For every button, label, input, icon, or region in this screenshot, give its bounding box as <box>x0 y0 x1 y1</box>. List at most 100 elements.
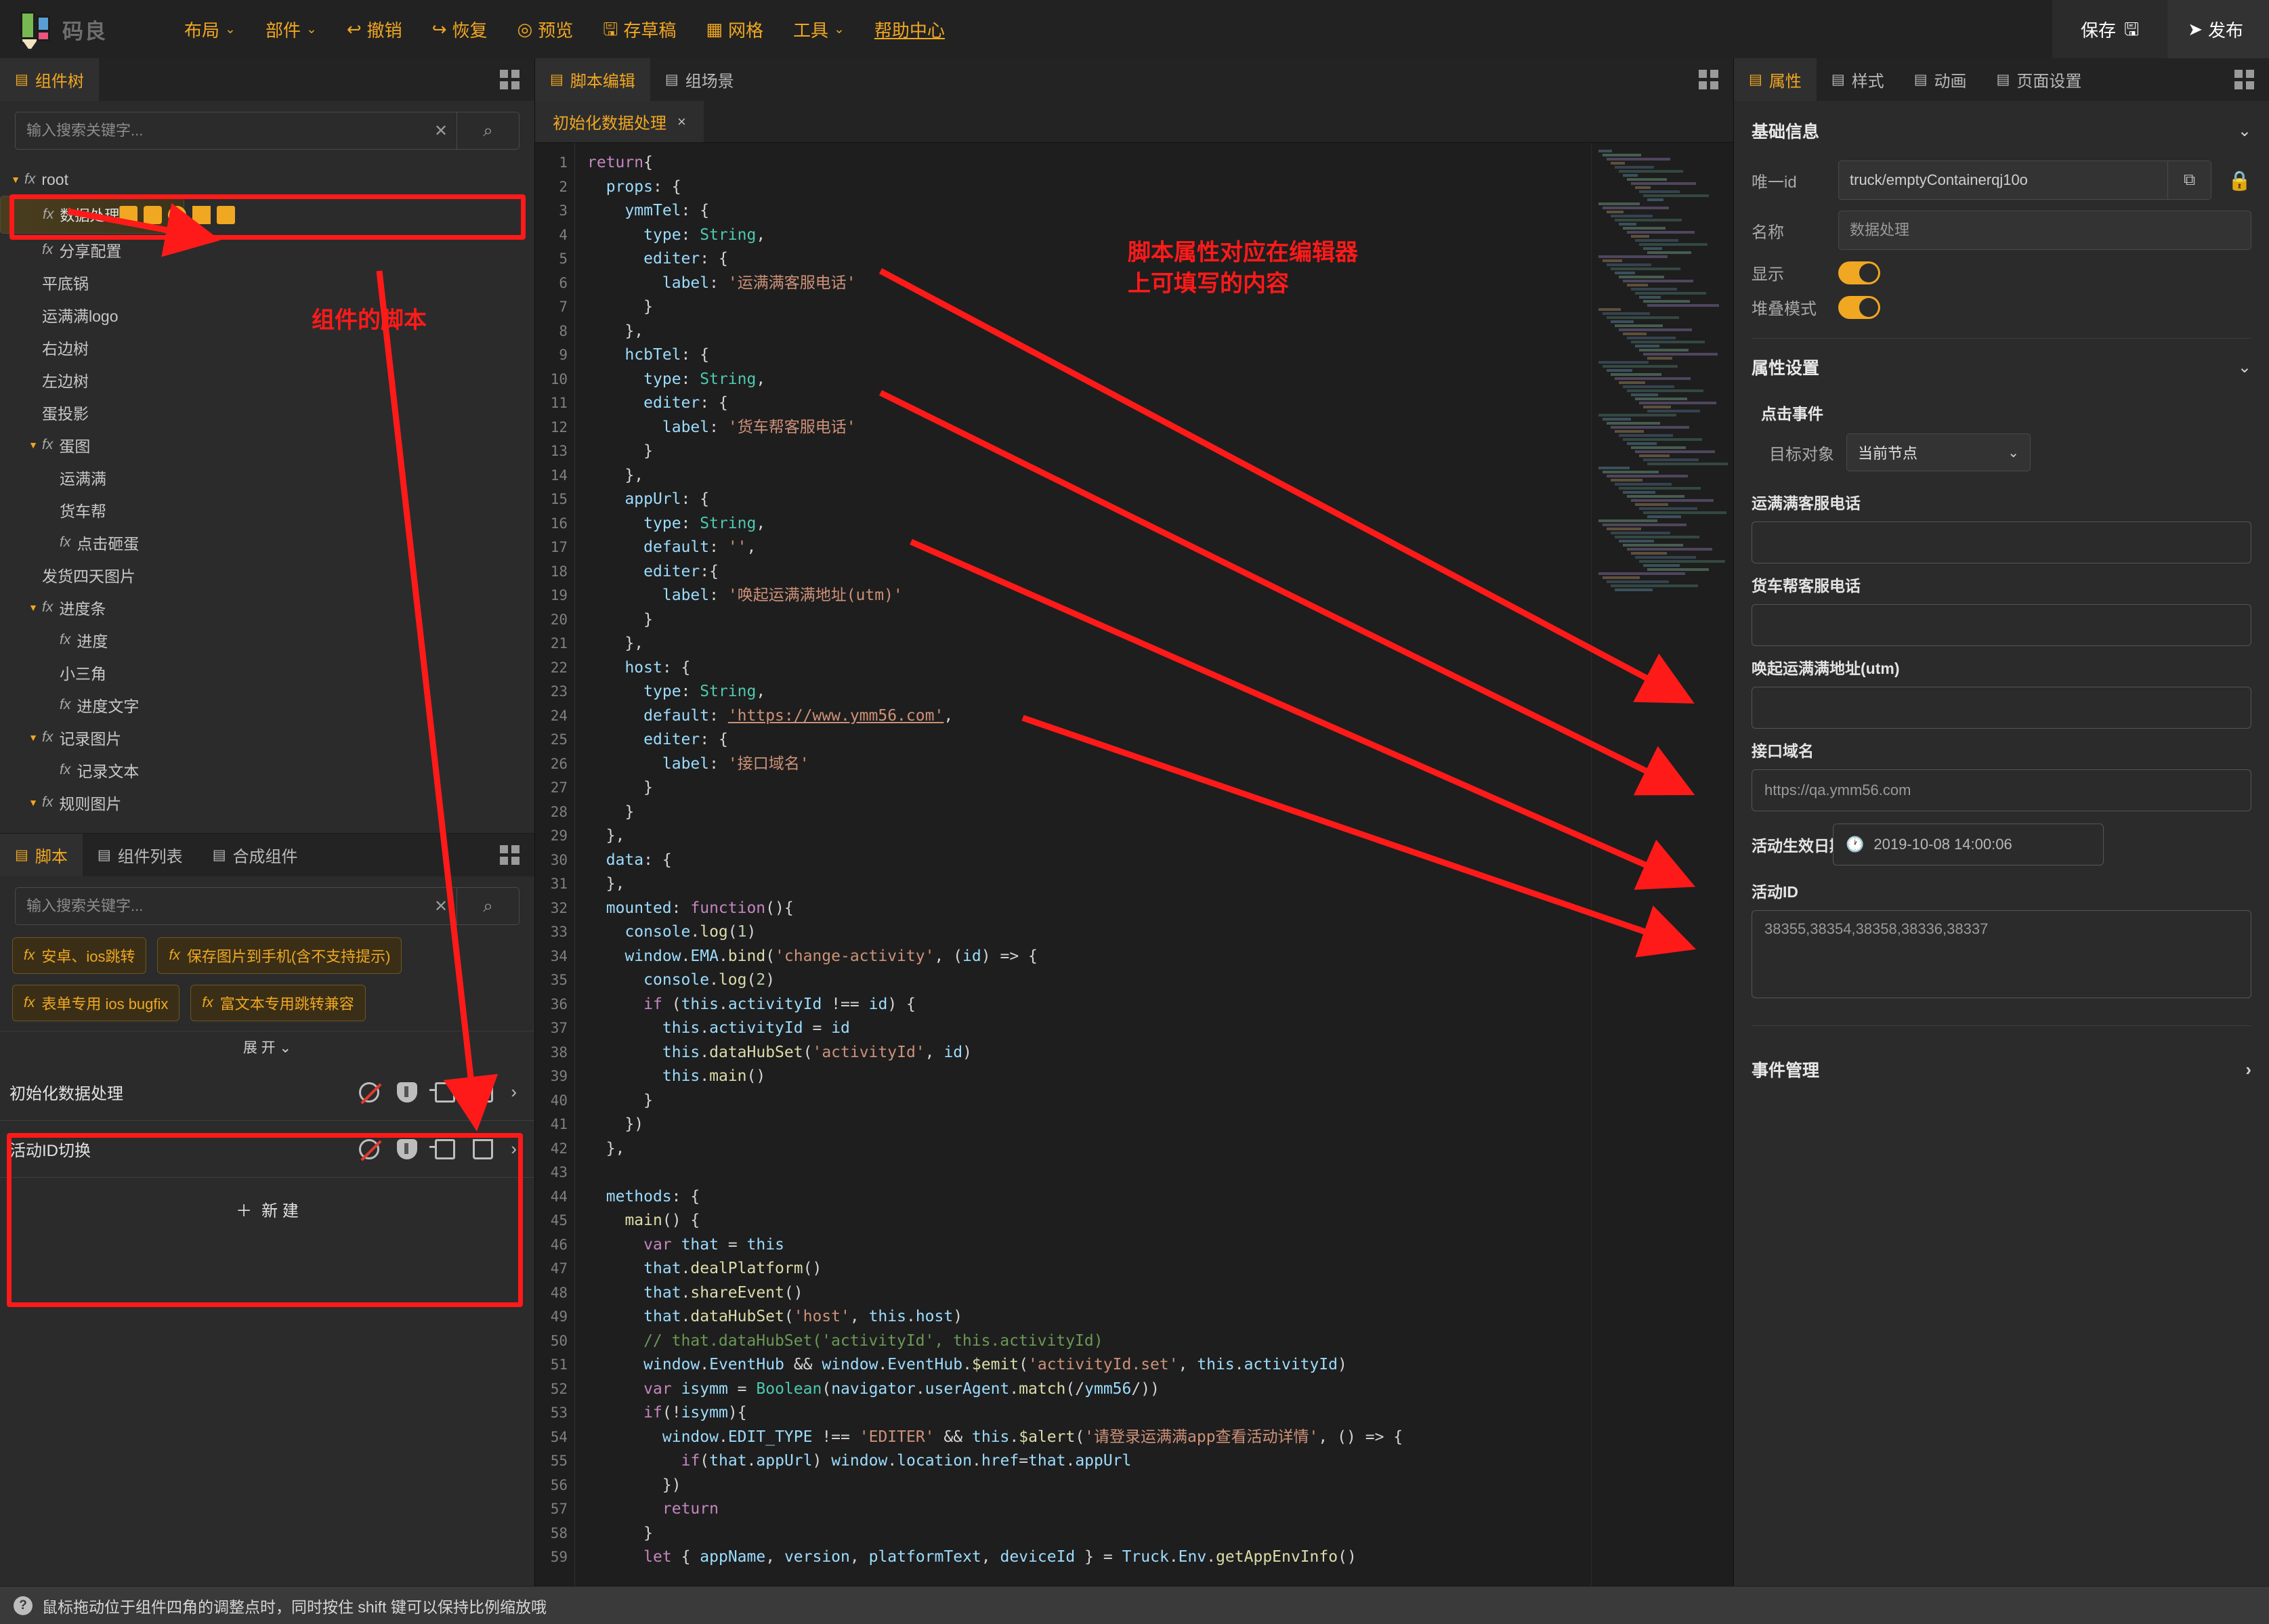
display-toggle[interactable] <box>1838 261 1880 284</box>
lock-icon[interactable] <box>217 206 235 224</box>
close-icon[interactable]: × <box>677 113 686 131</box>
script-chip[interactable]: fx富文本专用跳转兼容 <box>190 985 365 1021</box>
tab-component-list[interactable]: ▤ 组件列表 <box>83 834 198 876</box>
tree-node[interactable]: fx数据处理 <box>0 196 184 234</box>
caret-down-icon[interactable]: ▼ <box>24 732 42 743</box>
tree-node[interactable]: 蛋投影 <box>0 396 534 429</box>
chevron-down-icon[interactable]: ⌄ <box>2238 358 2251 377</box>
copy-icon[interactable] <box>435 1082 455 1103</box>
disabled-clock-icon[interactable] <box>359 1082 379 1103</box>
tab-style[interactable]: ▤ 样式 <box>1817 58 1899 101</box>
chevron-right-icon[interactable]: › <box>511 1082 517 1103</box>
property-field-input[interactable] <box>1752 605 2251 645</box>
expand-toggle[interactable]: 展 开 ⌄ <box>0 1031 534 1064</box>
property-field-input[interactable] <box>1752 522 2251 563</box>
save-button[interactable]: 保存 🖫 <box>2052 0 2167 58</box>
code-text[interactable]: return{ props: { ymmTel: { type: String,… <box>574 143 1733 1586</box>
tree-node[interactable]: ▼fx进度条 <box>0 591 534 624</box>
caret-down-icon[interactable]: ▼ <box>24 602 42 613</box>
tab-properties[interactable]: ▤ 属性 <box>1734 58 1817 101</box>
clear-icon[interactable]: ✕ <box>425 112 457 149</box>
publish-button[interactable]: ➤ 发布 <box>2167 0 2269 58</box>
caret-down-icon[interactable]: ▼ <box>24 797 42 808</box>
clear-icon[interactable]: ✕ <box>425 888 457 924</box>
copy-icon[interactable]: ⧉ <box>2167 161 2211 199</box>
props-grid-toggle[interactable] <box>2234 70 2254 89</box>
tab-script[interactable]: ▤ 脚本 <box>0 834 83 876</box>
menu-preview[interactable]: ◎ 预览 <box>503 0 589 58</box>
property-field-input[interactable] <box>1752 687 2251 728</box>
script-chip[interactable]: fx表单专用 ios bugfix <box>12 985 179 1021</box>
app-logo[interactable]: 码良 <box>0 10 169 48</box>
lock-icon[interactable]: 🔒 <box>2224 169 2251 192</box>
unique-id-input[interactable] <box>1839 171 2167 189</box>
stack-mode-toggle[interactable] <box>1838 296 1880 319</box>
tree-node[interactable]: fx记录文本 <box>0 754 534 786</box>
menu-grid[interactable]: ▦ 网格 <box>691 0 778 58</box>
script-search-input[interactable] <box>16 888 425 924</box>
tree-node[interactable]: ▼fxroot <box>0 163 534 196</box>
tab-animation[interactable]: ▤ 动画 <box>1899 58 1982 101</box>
event-management-row[interactable]: 事件管理 › <box>1734 1040 2269 1099</box>
menu-tools[interactable]: 工具 ⌄ <box>778 0 860 58</box>
menu-widgets[interactable]: 部件 ⌄ <box>251 0 332 58</box>
caret-down-icon[interactable]: ▼ <box>7 174 24 185</box>
copy-icon[interactable] <box>144 206 162 224</box>
shield-icon[interactable] <box>397 1139 417 1159</box>
delete-icon[interactable] <box>473 1139 493 1159</box>
tree-node[interactable]: 发货四天图片 <box>0 559 534 591</box>
edit-icon[interactable] <box>119 206 137 224</box>
property-field-input[interactable] <box>1752 770 2251 811</box>
tree-node[interactable]: fx分享配置 <box>0 234 534 266</box>
delete-icon[interactable] <box>192 206 211 224</box>
tree-node[interactable]: 右边树 <box>0 331 534 364</box>
tab-page-settings[interactable]: ▤ 页面设置 <box>1982 58 2097 101</box>
tab-composite-component[interactable]: ▤ 合成组件 <box>198 834 313 876</box>
tree-node[interactable]: 运满满 <box>0 461 534 494</box>
shield-icon[interactable] <box>397 1082 417 1103</box>
caret-down-icon[interactable]: ▼ <box>24 440 42 450</box>
search-icon[interactable]: ⌕ <box>457 888 519 924</box>
chevron-right-icon[interactable]: › <box>511 1138 517 1159</box>
tree-node[interactable]: 小三角 <box>0 656 534 689</box>
file-tab-init-data-process[interactable]: 初始化数据处理 × <box>535 101 704 142</box>
target-object-select[interactable]: 当前节点 ⌄ <box>1846 433 2031 471</box>
menu-undo[interactable]: ↩ 撤销 <box>332 0 417 58</box>
tree-node[interactable]: fx点击砸蛋 <box>0 526 534 559</box>
menu-redo[interactable]: ↪ 恢复 <box>417 0 503 58</box>
search-icon[interactable]: ⌕ <box>457 112 519 149</box>
panel-grid-toggle[interactable] <box>500 70 519 89</box>
tree-node[interactable]: 货车帮 <box>0 494 534 526</box>
script-panel-grid-toggle[interactable] <box>500 845 519 865</box>
editor-grid-toggle[interactable] <box>1699 70 1718 89</box>
script-row[interactable]: 初始化数据处理› <box>0 1064 534 1121</box>
script-row[interactable]: 活动ID切换› <box>0 1121 534 1178</box>
id-icon[interactable] <box>168 206 186 224</box>
menu-save-draft[interactable]: 🖫 存草稿 <box>588 0 691 58</box>
tree-node[interactable]: 左边树 <box>0 364 534 396</box>
new-script-button[interactable]: ＋ 新 建 <box>0 1178 534 1240</box>
script-chip[interactable]: fx安卓、ios跳转 <box>12 937 146 974</box>
activity-id-textarea[interactable] <box>1752 911 2251 998</box>
tree-node[interactable]: 运满满logo <box>0 299 534 331</box>
tab-group-scene[interactable]: ▤ 组场景 <box>650 58 749 101</box>
tab-component-tree[interactable]: ▤ 组件树 <box>0 58 99 101</box>
tree-node[interactable]: ▼fx规则图片 <box>0 786 534 819</box>
code-minimap[interactable] <box>1591 143 1733 1586</box>
tree-node[interactable]: fx进度 <box>0 624 534 656</box>
script-chip[interactable]: fx保存图片到手机(含不支持提示) <box>157 937 402 974</box>
chevron-down-icon[interactable]: ⌄ <box>2238 121 2251 141</box>
tree-search-input[interactable] <box>16 112 425 149</box>
menu-layout[interactable]: 布局 ⌄ <box>169 0 251 58</box>
delete-icon[interactable] <box>473 1082 493 1103</box>
tree-node[interactable]: ▼fx记录图片 <box>0 721 534 754</box>
tree-node[interactable]: 平底锅 <box>0 266 534 299</box>
tab-script-editor[interactable]: ▤ 脚本编辑 <box>535 58 650 101</box>
disabled-clock-icon[interactable] <box>359 1139 379 1159</box>
name-input[interactable] <box>1839 221 2251 239</box>
tree-node[interactable]: fx进度文字 <box>0 689 534 721</box>
effective-date-picker[interactable]: 🕐 2019-10-08 14:00:06 <box>1833 824 2104 866</box>
copy-icon[interactable] <box>435 1139 455 1159</box>
menu-help-center[interactable]: 帮助中心 <box>860 0 960 58</box>
tree-node[interactable]: ▼fx蛋图 <box>0 429 534 461</box>
